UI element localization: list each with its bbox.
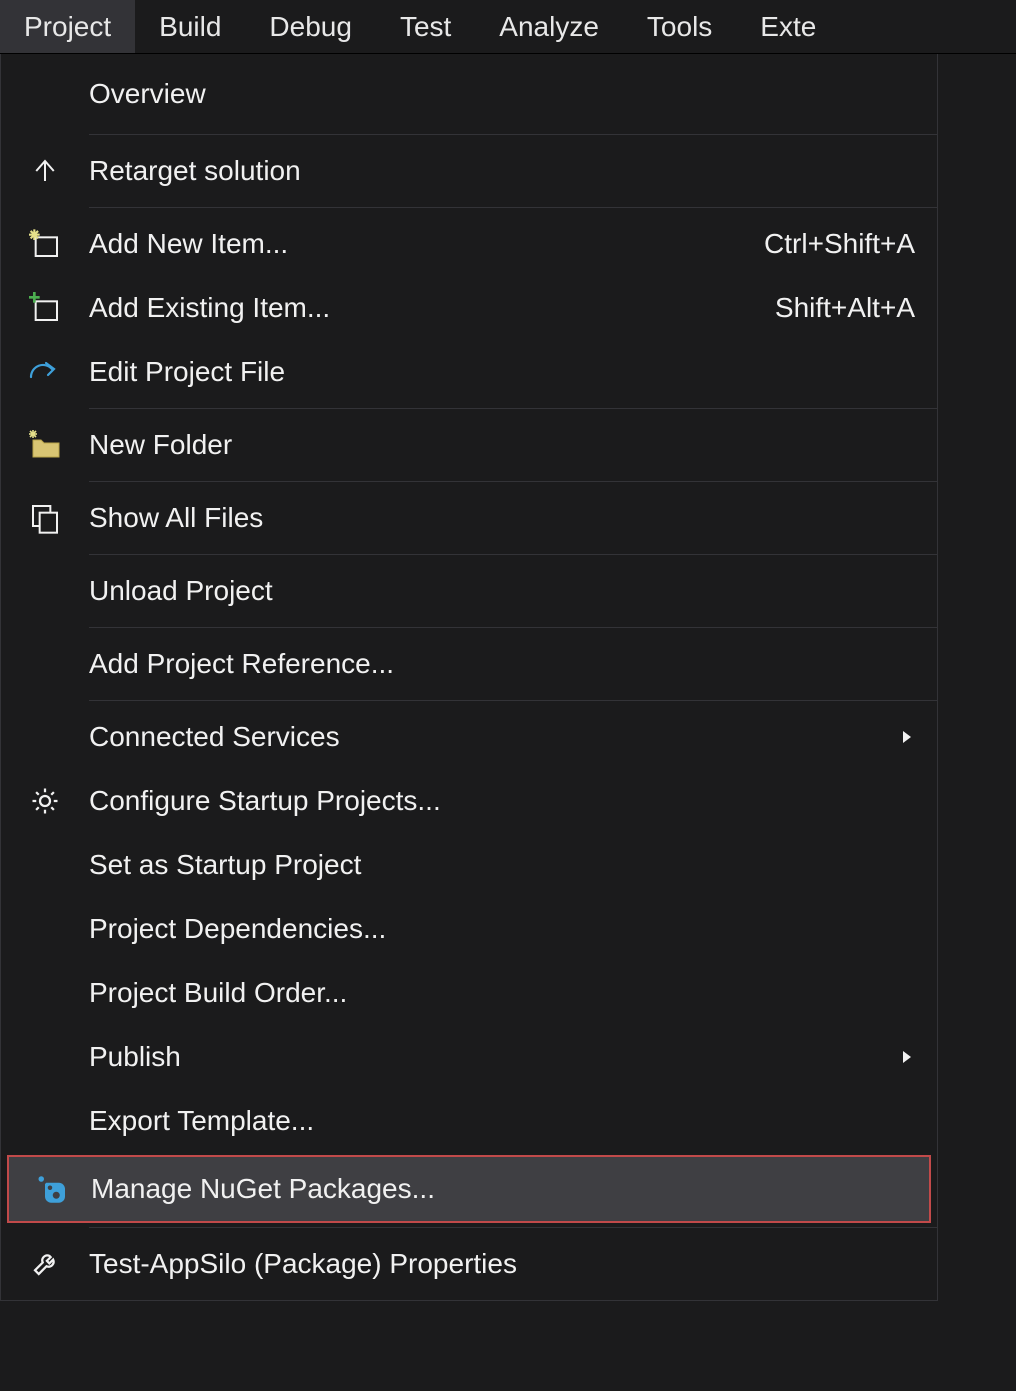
menubar-item-label: Tools <box>647 11 712 43</box>
menu-item-label: Overview <box>89 78 915 110</box>
menu-item-label: Manage NuGet Packages... <box>91 1173 907 1205</box>
menubar-item-label: Build <box>159 11 221 43</box>
menubar: Project Build Debug Test Analyze Tools E… <box>0 0 1016 54</box>
menubar-item-label: Project <box>24 11 111 43</box>
menu-item-label: New Folder <box>89 429 915 461</box>
menu-item-overview[interactable]: Overview <box>1 58 937 130</box>
menu-separator <box>89 1227 937 1228</box>
menu-item-add-project-reference[interactable]: Add Project Reference... <box>1 632 937 696</box>
menu-item-publish[interactable]: Publish <box>1 1025 937 1089</box>
menubar-item-label: Debug <box>269 11 352 43</box>
menu-item-edit-project-file[interactable]: Edit Project File <box>1 340 937 404</box>
menu-item-connected-services[interactable]: Connected Services <box>1 705 937 769</box>
menu-item-retarget-solution[interactable]: Retarget solution <box>1 139 937 203</box>
arrow-up-icon <box>1 156 89 186</box>
menu-item-label: Add New Item... <box>89 228 744 260</box>
menu-item-unload-project[interactable]: Unload Project <box>1 559 937 623</box>
wrench-icon <box>1 1249 89 1279</box>
menu-item-show-all-files[interactable]: Show All Files <box>1 486 937 550</box>
menu-item-label: Add Existing Item... <box>89 292 755 324</box>
menu-item-configure-startup-projects[interactable]: Configure Startup Projects... <box>1 769 937 833</box>
menu-item-label: Retarget solution <box>89 155 915 187</box>
menu-separator <box>89 408 937 409</box>
menu-item-project-properties[interactable]: Test-AppSilo (Package) Properties <box>1 1232 937 1296</box>
submenu-chevron-icon <box>899 729 915 745</box>
gear-icon <box>1 786 89 816</box>
menu-separator <box>89 554 937 555</box>
menu-separator <box>89 481 937 482</box>
menubar-item-label: Test <box>400 11 451 43</box>
menu-item-label: Project Dependencies... <box>89 913 915 945</box>
menu-item-label: Configure Startup Projects... <box>89 785 915 817</box>
nuget-icon <box>9 1174 91 1204</box>
menu-item-project-build-order[interactable]: Project Build Order... <box>1 961 937 1025</box>
menubar-item-project[interactable]: Project <box>0 0 135 53</box>
menubar-item-extensions[interactable]: Exte <box>736 0 840 53</box>
menu-item-manage-nuget-packages[interactable]: Manage NuGet Packages... <box>9 1157 929 1221</box>
menu-item-label: Edit Project File <box>89 356 915 388</box>
menubar-item-analyze[interactable]: Analyze <box>475 0 623 53</box>
menu-separator <box>89 627 937 628</box>
menu-separator <box>89 700 937 701</box>
menu-item-add-existing-item[interactable]: Add Existing Item... Shift+Alt+A <box>1 276 937 340</box>
edit-arrow-icon <box>1 359 89 385</box>
menu-item-shortcut: Shift+Alt+A <box>755 292 915 324</box>
menubar-item-debug[interactable]: Debug <box>245 0 376 53</box>
menubar-item-build[interactable]: Build <box>135 0 245 53</box>
menu-item-label: Set as Startup Project <box>89 849 915 881</box>
menu-item-label: Export Template... <box>89 1105 915 1137</box>
new-item-icon <box>1 228 89 260</box>
menu-item-label: Show All Files <box>89 502 915 534</box>
submenu-chevron-icon <box>899 1049 915 1065</box>
show-all-files-icon <box>1 502 89 534</box>
menu-item-label: Publish <box>89 1041 899 1073</box>
menu-item-set-as-startup-project[interactable]: Set as Startup Project <box>1 833 937 897</box>
menu-item-export-template[interactable]: Export Template... <box>1 1089 937 1153</box>
menu-item-label: Unload Project <box>89 575 915 607</box>
menu-item-project-dependencies[interactable]: Project Dependencies... <box>1 897 937 961</box>
menu-item-label: Connected Services <box>89 721 899 753</box>
menu-item-shortcut: Ctrl+Shift+A <box>744 228 915 260</box>
project-menu-dropdown: Overview Retarget solution Add New Item.… <box>0 54 938 1301</box>
menu-separator <box>89 134 937 135</box>
menubar-item-tools[interactable]: Tools <box>623 0 736 53</box>
menubar-item-label: Exte <box>760 11 816 43</box>
highlighted-menu-item: Manage NuGet Packages... <box>7 1155 931 1223</box>
menu-separator <box>89 207 937 208</box>
menu-item-new-folder[interactable]: New Folder <box>1 413 937 477</box>
menu-item-label: Project Build Order... <box>89 977 915 1009</box>
menu-item-label: Add Project Reference... <box>89 648 915 680</box>
menu-item-add-new-item[interactable]: Add New Item... Ctrl+Shift+A <box>1 212 937 276</box>
menubar-item-label: Analyze <box>499 11 599 43</box>
existing-item-icon <box>1 292 89 324</box>
menu-item-label: Test-AppSilo (Package) Properties <box>89 1248 915 1280</box>
menubar-item-test[interactable]: Test <box>376 0 475 53</box>
new-folder-icon <box>1 430 89 460</box>
